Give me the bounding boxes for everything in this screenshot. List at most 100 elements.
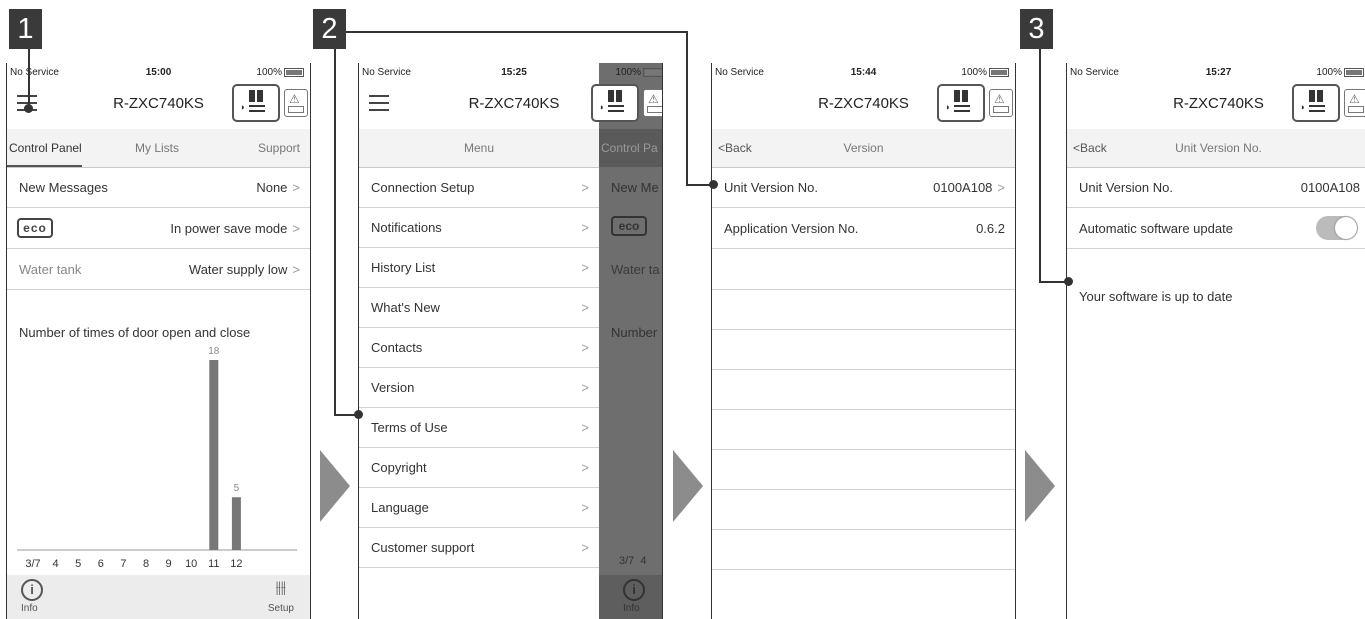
chevron-right-icon: >	[292, 262, 300, 277]
row-label: Unit Version No.	[724, 180, 818, 195]
nav-title: Version	[843, 141, 884, 155]
chevron-right-icon: >	[581, 540, 589, 555]
app-header: R-ZXC740KS ◗ ⚠	[712, 81, 1015, 129]
chevron-right-icon: >	[581, 500, 589, 515]
row-new-messages[interactable]: New Messages None >	[7, 167, 310, 208]
row-water-tank[interactable]: Water tank Water supply low >	[7, 249, 310, 290]
fridge-status-icon[interactable]: ◗	[591, 84, 639, 122]
chevron-right-icon: >	[292, 180, 300, 195]
row-label: Application Version No.	[724, 221, 859, 236]
fridge-status-icon[interactable]: ◗	[1292, 84, 1340, 122]
menu-item-notifications[interactable]: Notifications >	[359, 207, 599, 248]
info-icon[interactable]: i	[21, 579, 43, 601]
side-menu: No Service 15:25 100% R-ZXC740KS ◗ ⚠ Men…	[359, 63, 662, 619]
bar-11	[209, 360, 219, 550]
empty-row	[712, 249, 1015, 290]
menu-item-language[interactable]: Language >	[359, 487, 599, 528]
chevron-right-icon: >	[581, 420, 589, 435]
row-unit-version: Unit Version No. 0100A108	[1067, 167, 1365, 208]
screen-version: No Service 15:44 100% R-ZXC740KS ◗ ⚠ <Ba…	[711, 63, 1016, 619]
dimmed-background-overlay[interactable]: Control Pa New Me eco Water ta Number 3/…	[599, 63, 662, 619]
menu-item-label: Customer support	[371, 540, 475, 555]
battery-indicator: 100%	[615, 67, 662, 78]
setup-label: Setup	[267, 603, 294, 614]
row-eco[interactable]: eco In power save mode >	[7, 208, 310, 249]
x-tick-label: 6	[98, 558, 104, 570]
row-unit-version[interactable]: Unit Version No. 0100A108 >	[712, 167, 1015, 208]
menu-item-label: Terms of Use	[371, 420, 448, 435]
menu-item-label: History List	[371, 260, 436, 275]
x-tick-label: 7	[120, 558, 126, 570]
row-value: 0100A108	[1300, 180, 1360, 195]
row-app-version: Application Version No. 0.6.2	[712, 208, 1015, 249]
x-tick-label: 5	[75, 558, 81, 570]
chevron-right-icon: >	[581, 340, 589, 355]
row-label: Automatic software update	[1079, 221, 1233, 236]
bar-value-label: 5	[234, 483, 240, 494]
status-bar: No Service 15:44 100%	[712, 63, 1015, 81]
fridge-status-icon[interactable]: ◗	[232, 84, 280, 122]
auto-update-toggle[interactable]	[1316, 216, 1358, 240]
chevron-right-icon: >	[581, 220, 589, 235]
warning-icon[interactable]: ⚠	[284, 89, 308, 117]
x-tick-label: 11	[208, 558, 219, 570]
step-3-badge: 3	[1020, 9, 1053, 49]
screen-menu: Control Pa New Me eco Water ta Number 3/…	[358, 63, 663, 619]
callout-dot-2b	[354, 410, 363, 419]
battery-indicator: 100%	[961, 67, 1009, 78]
behind-row: New Me	[611, 180, 659, 195]
menu-item-label: Connection Setup	[371, 180, 475, 195]
info-icon: i	[623, 579, 645, 601]
menu-item-label: Language	[371, 500, 429, 515]
chevron-right-icon: >	[581, 460, 589, 475]
callout-line-3	[1039, 49, 1041, 282]
menu-item-version[interactable]: Version >	[359, 367, 599, 408]
row-label: Unit Version No.	[1079, 180, 1173, 195]
screen-control-panel: No Service 15:00 100% R-ZXC740KS ◗ ⚠ Con…	[6, 63, 311, 619]
warning-icon[interactable]: ⚠	[989, 89, 1013, 117]
chevron-right-icon: >	[581, 260, 589, 275]
callout-dot-3	[1064, 277, 1073, 286]
warning-icon[interactable]: ⚠	[1344, 89, 1365, 117]
menu-item-contacts[interactable]: Contacts >	[359, 327, 599, 368]
menu-title: Menu	[359, 129, 599, 168]
menu-item-history-list[interactable]: History List >	[359, 247, 599, 288]
menu-item-label: Version	[371, 380, 415, 395]
row-auto-update: Automatic software update	[1067, 208, 1365, 249]
up-to-date-message: Your software is up to date	[1079, 289, 1233, 304]
x-tick-label: 12	[230, 558, 242, 570]
toggle-knob	[1335, 217, 1357, 239]
next-step-arrow	[320, 450, 350, 522]
battery-indicator: 100%	[1316, 67, 1364, 78]
behind-bottom-bar: i Info	[599, 575, 662, 619]
bar-value-label: 18	[208, 346, 220, 357]
x-tick-label: 9	[166, 558, 172, 570]
menu-item-connection-setup[interactable]: Connection Setup >	[359, 167, 599, 208]
menu-item-label: Contacts	[371, 340, 423, 355]
eco-icon: eco	[17, 218, 53, 238]
empty-row	[712, 489, 1015, 530]
chevron-right-icon: >	[292, 221, 300, 236]
status-bar: No Service 15:25 100%	[359, 63, 662, 81]
menu-item-customer-support[interactable]: Customer support >	[359, 527, 599, 568]
callout-line-2	[346, 31, 687, 33]
warning-icon[interactable]: ⚠	[643, 89, 662, 117]
tab-control-panel[interactable]: Control Panel	[9, 141, 82, 155]
tab-my-lists[interactable]: My Lists	[135, 141, 179, 155]
tab-support[interactable]: Support	[258, 141, 300, 155]
setup-sliders-icon[interactable]: ⫲⫲	[276, 579, 286, 597]
menu-item-terms-of-use[interactable]: Terms of Use >	[359, 407, 599, 448]
battery-icon	[1344, 67, 1364, 77]
chevron-right-icon: >	[581, 300, 589, 315]
menu-item-label: Notifications	[371, 220, 442, 235]
empty-row	[712, 409, 1015, 450]
x-tick-label: 10	[185, 558, 197, 570]
menu-item-copyright[interactable]: Copyright >	[359, 447, 599, 488]
bottom-bar: i Info ⫲⫲ Setup	[7, 575, 310, 619]
fridge-status-icon[interactable]: ◗	[937, 84, 985, 122]
menu-item-what-s-new[interactable]: What's New >	[359, 287, 599, 328]
behind-row: Number	[611, 325, 658, 340]
screen-unit-version: No Service 15:27 100% R-ZXC740KS ◗ ⚠ <Ba…	[1066, 63, 1365, 619]
status-bar: No Service 15:00 100%	[7, 63, 310, 81]
app-header: R-ZXC740KS ◗ ⚠	[7, 81, 310, 129]
